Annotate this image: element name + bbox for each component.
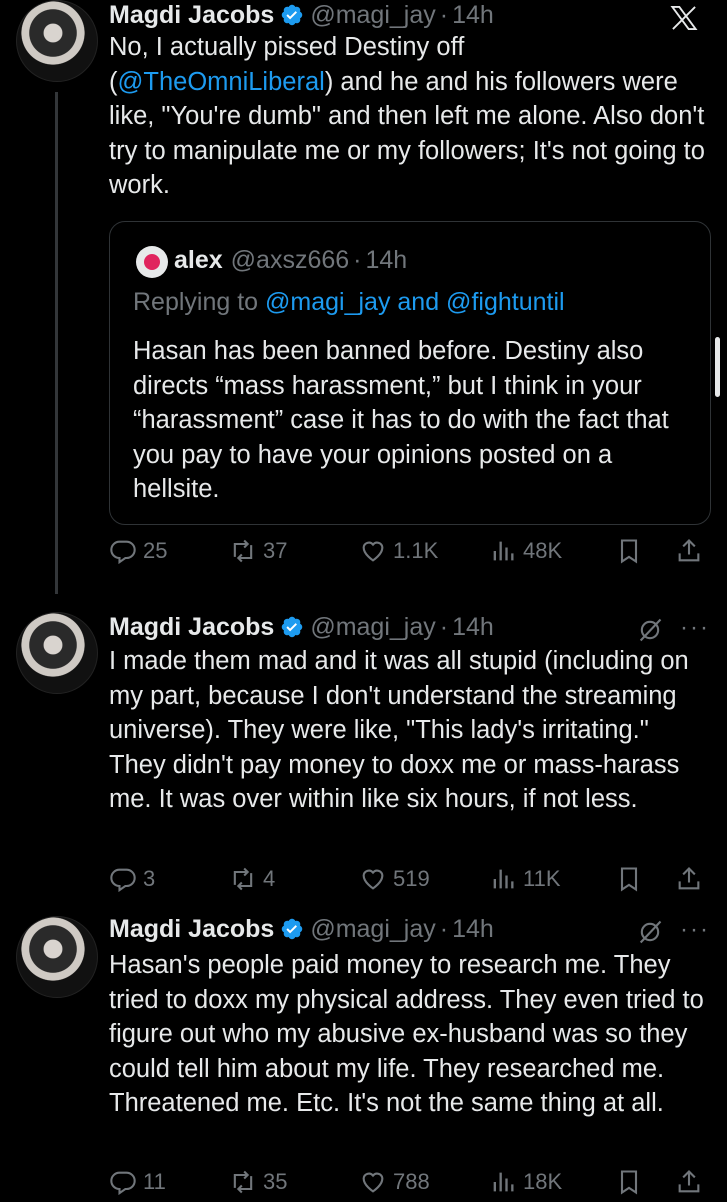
like-button[interactable]: 519 — [359, 865, 430, 893]
tweet-header: Magdi Jacobs @magi_jay · 14h — [109, 914, 494, 944]
views-button[interactable]: 18K — [489, 1168, 562, 1196]
like-button[interactable]: 788 — [359, 1168, 430, 1196]
action-bar: 3 4 519 11K — [109, 865, 709, 899]
repost-button[interactable]: 35 — [229, 1168, 287, 1196]
quote-author-name: alex — [174, 246, 223, 274]
repost-count: 35 — [263, 1169, 288, 1194]
views-count: 18K — [523, 1169, 563, 1194]
author-name[interactable]: Magdi Jacobs — [109, 1, 274, 30]
separator-dot: · — [353, 246, 362, 274]
bookmark-icon — [620, 867, 638, 892]
timestamp[interactable]: 14h — [452, 613, 494, 642]
like-count: 788 — [393, 1169, 430, 1194]
grok-icon[interactable] — [636, 918, 664, 946]
separator-dot: · — [439, 612, 449, 641]
tweet-header: Magdi Jacobs @magi_jay · 14h — [109, 612, 494, 642]
bookmark-icon — [620, 1170, 638, 1195]
share-button[interactable] — [675, 1168, 709, 1196]
views-count: 11K — [523, 866, 561, 891]
repost-icon — [233, 867, 253, 891]
author-handle[interactable]: @magi_jay — [310, 613, 435, 642]
tweet-text: Hasan's people paid money to research me… — [109, 951, 704, 1118]
reply-icon — [110, 1171, 136, 1196]
x-logo-icon[interactable] — [667, 4, 701, 32]
more-options-button[interactable]: ··· — [680, 916, 710, 944]
share-icon — [678, 1170, 700, 1193]
quote-header: alex @axsz666 · 14h — [174, 246, 407, 275]
repost-button[interactable]: 4 — [229, 865, 275, 893]
views-icon — [493, 541, 514, 561]
repost-button[interactable]: 37 — [229, 537, 287, 565]
replying-mentions[interactable]: @magi_jay and @fightuntil — [265, 288, 565, 316]
avatar[interactable] — [16, 0, 98, 82]
verified-badge-icon — [282, 918, 303, 940]
like-button[interactable]: 1.1K — [359, 537, 438, 565]
reply-icon — [110, 868, 136, 893]
share-button[interactable] — [675, 865, 709, 893]
like-icon — [362, 869, 384, 890]
share-icon — [678, 539, 700, 562]
tweet-header: Magdi Jacobs @magi_jay · 14h — [109, 0, 494, 30]
views-button[interactable]: 48K — [489, 537, 562, 565]
tweet-2[interactable]: Magdi Jacobs @magi_jay · 14h ··· I made … — [0, 608, 727, 908]
separator-dot: · — [439, 914, 449, 943]
like-icon — [362, 541, 384, 562]
separator-dot: · — [439, 0, 449, 29]
quote-text: Hasan has been banned before. Destiny al… — [133, 337, 669, 504]
views-count: 48K — [523, 538, 563, 563]
reply-button[interactable]: 11 — [109, 1168, 166, 1196]
author-handle[interactable]: @magi_jay — [310, 915, 435, 944]
action-bar: 25 37 1.1K 48K — [109, 537, 709, 571]
quote-avatar[interactable] — [136, 246, 168, 278]
bookmark-button[interactable] — [615, 537, 649, 565]
reply-button[interactable]: 3 — [109, 865, 155, 893]
replying-label: Replying to — [133, 288, 266, 316]
scrollbar-thumb[interactable] — [715, 337, 720, 397]
repost-count: 37 — [263, 538, 288, 563]
author-name[interactable]: Magdi Jacobs — [109, 613, 274, 642]
reply-icon — [110, 540, 136, 565]
views-icon — [493, 1172, 514, 1192]
like-count: 1.1K — [393, 538, 439, 563]
tweet-text: No, I actually pissed Destiny off (@TheO… — [109, 30, 709, 203]
author-name[interactable]: Magdi Jacobs — [109, 915, 274, 944]
tweet-text: I made them mad and it was all stupid (i… — [109, 647, 689, 814]
more-options-button[interactable]: ··· — [680, 614, 710, 642]
repost-icon — [233, 539, 253, 563]
mention-link[interactable]: @TheOmniLiberal — [118, 68, 325, 96]
tweet-1[interactable]: Magdi Jacobs @magi_jay · 14h No, I actua… — [0, 0, 727, 600]
author-handle[interactable]: @magi_jay — [310, 1, 435, 30]
views-button[interactable]: 11K — [489, 865, 561, 893]
avatar[interactable] — [16, 612, 98, 694]
like-icon — [362, 1172, 384, 1193]
views-icon — [493, 869, 514, 889]
like-count: 519 — [393, 866, 430, 891]
timestamp[interactable]: 14h — [452, 1, 494, 30]
reply-count: 3 — [143, 866, 156, 891]
timestamp[interactable]: 14h — [452, 915, 494, 944]
quote-tweet[interactable]: alex @axsz666 · 14h Replying to @magi_ja… — [109, 221, 711, 525]
repost-count: 4 — [263, 866, 276, 891]
reply-count: 11 — [143, 1169, 166, 1194]
replying-to: Replying to @magi_jay and @fightuntil — [133, 288, 565, 317]
verified-badge-icon — [282, 616, 303, 638]
verified-badge-icon — [282, 4, 303, 26]
reply-button[interactable]: 25 — [109, 537, 167, 565]
share-button[interactable] — [675, 537, 709, 565]
bookmark-button[interactable] — [615, 1168, 649, 1196]
reply-count: 25 — [143, 538, 168, 563]
grok-icon[interactable] — [636, 616, 664, 644]
quote-timestamp: 14h — [365, 246, 408, 274]
action-bar: 11 35 788 18K — [109, 1168, 709, 1202]
repost-icon — [233, 1170, 253, 1194]
quote-author-handle: @axsz666 — [230, 246, 350, 274]
avatar[interactable] — [16, 916, 98, 998]
bookmark-button[interactable] — [615, 865, 649, 893]
share-icon — [678, 867, 700, 890]
bookmark-icon — [620, 539, 638, 564]
tweet-3[interactable]: Magdi Jacobs @magi_jay · 14h ··· Hasan's… — [0, 912, 727, 1200]
